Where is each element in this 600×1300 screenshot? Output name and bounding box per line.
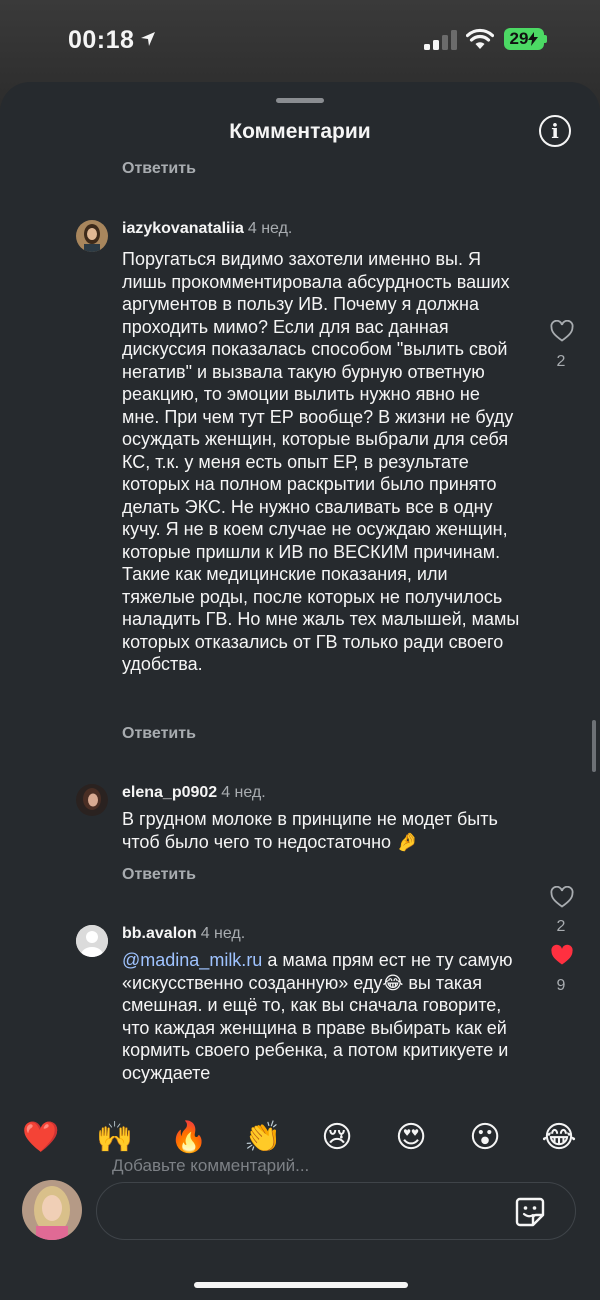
heart-icon[interactable] [550,320,574,342]
current-user-avatar [22,1180,82,1240]
emoji-raising-hands-button[interactable]: 🙌 [93,1118,137,1158]
comment-composer-area: ❤️ 🙌 🔥 👏 😢 😍 😮 😂 Добавьте комментарий... [0,1100,600,1300]
battery-level: 29 [509,29,529,48]
comment-text: В грудном молоке в принципе не модет быт… [122,809,503,852]
avatar[interactable] [76,925,108,957]
cellular-signal-icon [424,30,457,50]
battery-cap [544,35,547,43]
comment-header: elena_p0902 4 нед. [122,784,266,802]
info-icon: i [551,119,559,143]
reply-button[interactable]: Ответить [122,866,196,884]
reply-button[interactable]: Ответить [122,725,196,743]
like-count: 2 [556,353,566,370]
heart-filled-icon[interactable] [550,944,574,966]
emoji-surprised-button[interactable]: 😮 [463,1118,507,1158]
comment-username[interactable]: iazykovanataliia [122,220,244,237]
location-arrow-icon [141,32,155,46]
like-count: 2 [556,918,566,935]
emoji-heart-eyes-button[interactable]: 😍 [389,1118,433,1158]
scrollbar[interactable] [592,720,596,772]
user-photo-icon [22,1180,82,1240]
emoji-clap-button[interactable]: 👏 [241,1118,285,1158]
wifi-icon [466,28,494,49]
emoji-crying-button[interactable]: 😢 [315,1118,359,1158]
sticker-icon[interactable] [514,1196,546,1228]
comment-placeholder: Добавьте комментарий... [112,1156,310,1175]
comment-text: Поругаться видимо захотели именно вы. Я … [122,249,525,674]
comment-text: @madina_milk.ru а мама прям ест не ту са… [122,949,522,1084]
default-avatar-icon [76,925,108,957]
like-count: 9 [556,977,566,994]
info-button[interactable]: i [539,115,571,147]
home-indicator[interactable] [194,1282,408,1288]
comment-input[interactable] [96,1182,576,1240]
sheet-title: Комментарии [229,120,371,143]
mention-link[interactable]: @madina_milk.ru [122,950,262,970]
comment-username[interactable]: bb.avalon [122,925,197,942]
avatar[interactable] [76,220,108,252]
status-bar: 00:18 29 [0,0,600,84]
quick-emoji-bar: ❤️ 🙌 🔥 👏 😢 😍 😮 😂 [0,1118,600,1158]
comment-header: iazykovanataliia 4 нед. [122,220,292,238]
avatar-photo-icon [76,784,108,816]
avatar-photo-icon [76,220,108,252]
comment-header: bb.avalon 4 нед. [122,925,245,943]
comment-time: 4 нед. [247,220,293,237]
battery-indicator: 29 [504,28,544,50]
comment-username[interactable]: elena_p0902 [122,784,217,801]
comment-time: 4 нед. [200,925,246,942]
reply-button[interactable]: Ответить [122,160,196,178]
emoji-heart-button[interactable]: ❤️ [19,1118,63,1158]
charging-bolt-icon [528,32,539,46]
heart-icon[interactable] [550,886,574,908]
avatar[interactable] [76,784,108,816]
emoji-fire-button[interactable]: 🔥 [167,1118,211,1158]
status-time: 00:18 [68,26,135,54]
drag-handle[interactable] [276,98,324,103]
emoji-laughing-button[interactable]: 😂 [537,1118,581,1158]
comment-time: 4 нед. [221,784,266,801]
